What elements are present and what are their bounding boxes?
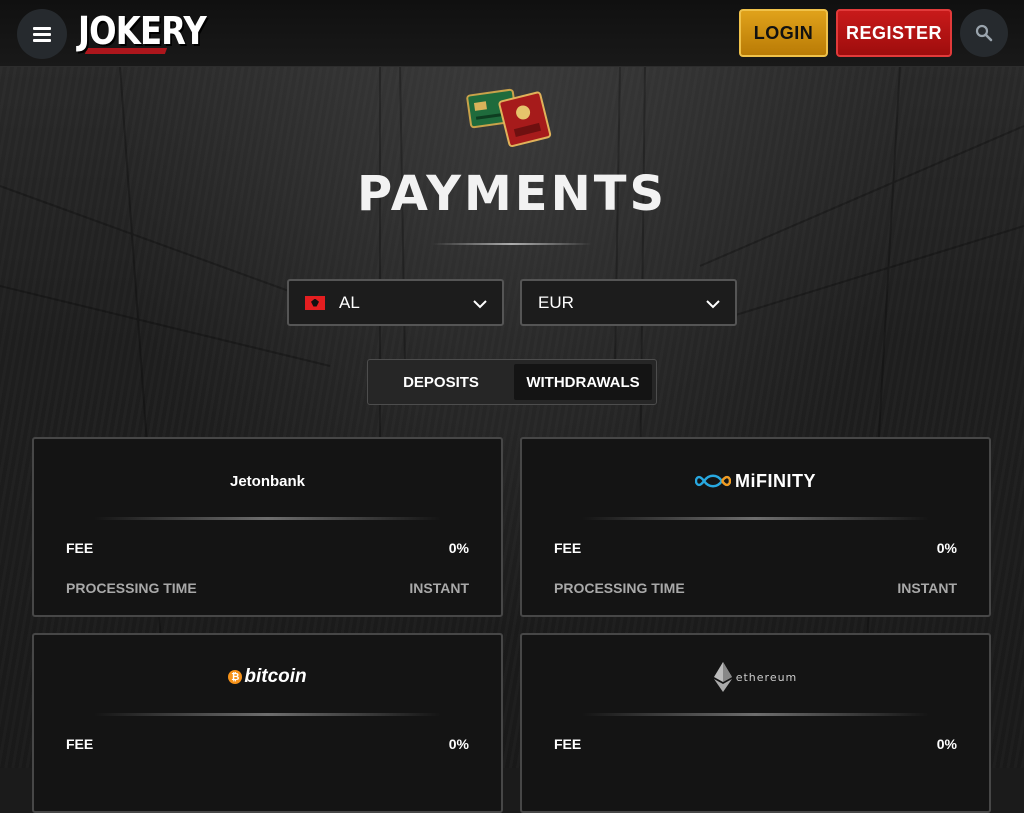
search-icon [975,24,993,42]
fee-row: FEE 0% [554,736,957,756]
card-divider [94,517,441,520]
page-title: PAYMENTS [356,166,668,222]
register-button[interactable]: REGISTER [836,9,952,57]
fee-row: FEE 0% [554,540,957,560]
mifinity-logo: MiFINITY [695,471,816,492]
payment-method-card[interactable]: ₿ bitcoin FEE 0% [32,633,503,813]
fee-value: 0% [936,736,957,752]
tab-deposits[interactable]: DEPOSITS [372,364,510,400]
payment-type-tabs: DEPOSITS WITHDRAWALS [367,359,657,405]
logo-text: JOKERY [78,9,207,53]
processing-time-value: INSTANT [897,580,957,596]
currency-select-value: EUR [538,292,574,312]
mifinity-logo-text: MiFINITY [735,470,816,491]
currency-select[interactable]: EUR [520,279,737,326]
card-divider [94,713,441,716]
fee-label: FEE [554,540,582,556]
ethereum-logo: ethereum [713,662,798,692]
processing-time-row: PROCESSING TIME INSTANT [66,580,469,600]
card-divider [582,517,929,520]
payment-cards-icon [466,88,552,148]
bitcoin-logo: ₿ bitcoin [228,666,307,688]
fee-row: FEE 0% [66,540,469,560]
payment-method-card[interactable]: MiFINITY FEE 0% PROCESSING TIME INSTANT [520,437,991,617]
site-logo[interactable]: JOKERY [78,6,229,56]
country-select[interactable]: AL [287,279,504,326]
chevron-down-icon [706,300,720,309]
method-brand: ethereum [522,662,989,692]
hamburger-menu-icon [33,24,51,45]
fee-value: 0% [936,540,957,556]
payment-method-card[interactable]: Jetonbank FEE 0% PROCESSING TIME INSTANT [32,437,503,617]
method-brand: ₿ bitcoin [34,665,501,689]
fee-label: FEE [66,736,94,752]
card-divider [582,713,929,716]
infinity-icon [695,474,731,488]
ethereum-logo-text: ethereum [735,670,798,684]
top-header: JOKERY LOGIN REGISTER [0,0,1024,67]
fee-label: FEE [66,540,94,556]
country-select-value: AL [339,292,360,312]
fee-value: 0% [448,736,469,752]
menu-button[interactable] [17,9,67,59]
processing-time-row: PROCESSING TIME INSTANT [554,580,957,600]
title-divider [432,243,592,245]
bitcoin-logo-text: bitcoin [244,666,307,687]
bitcoin-icon: ₿ [228,670,243,684]
jetonbank-logo: Jetonbank [229,472,305,490]
fee-row: FEE 0% [66,736,469,756]
fee-label: FEE [554,736,582,752]
login-button[interactable]: LOGIN [739,9,828,57]
payment-method-card[interactable]: ethereum FEE 0% [520,633,991,813]
albania-flag-icon [305,295,325,310]
fee-value: 0% [448,540,469,556]
processing-time-label: PROCESSING TIME [554,580,685,596]
search-button[interactable] [960,9,1008,57]
tab-withdrawals[interactable]: WITHDRAWALS [514,364,652,400]
chevron-down-icon [473,300,487,309]
processing-time-value: INSTANT [409,580,469,596]
method-brand: Jetonbank [34,469,501,493]
method-brand: MiFINITY [522,469,989,493]
processing-time-label: PROCESSING TIME [66,580,197,596]
ethereum-icon [713,662,732,692]
